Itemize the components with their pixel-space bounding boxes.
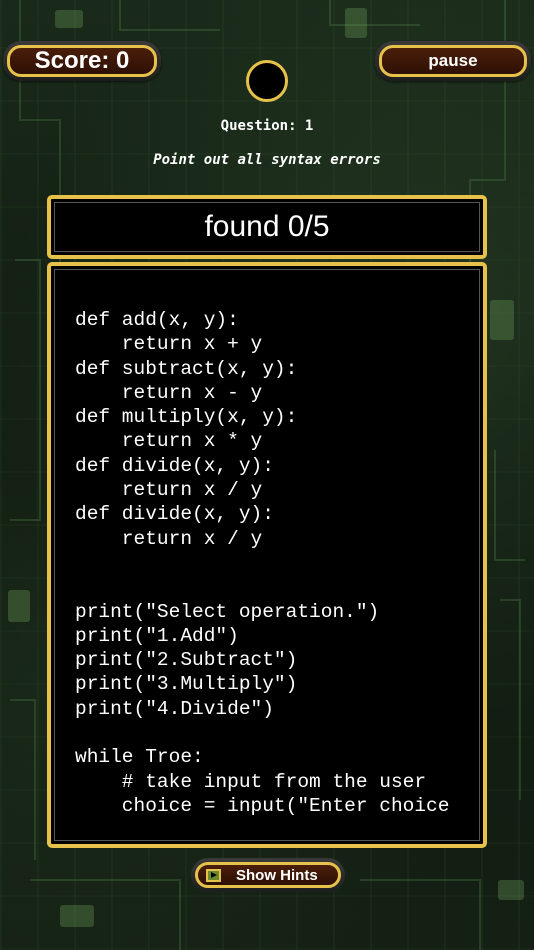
found-counter-text: found 0/5 [54,202,480,252]
code-line[interactable]: def divide(x, y): [75,454,449,478]
code-line[interactable]: def multiply(x, y): [75,405,449,429]
code-line[interactable]: return x / y [75,527,449,551]
question-number: Question: 1 [220,118,314,134]
code-viewport[interactable]: def add(x, y): return x + y def subtract(… [54,269,480,841]
code-line[interactable]: return x + y [75,332,449,356]
pause-button[interactable]: pause [375,41,531,81]
show-hints-label: Show Hints [236,866,318,884]
code-line[interactable]: return x - y [75,381,449,405]
code-line[interactable]: def divide(x, y): [75,502,449,526]
question-instruction: Point out all syntax errors [153,152,381,168]
code-line[interactable] [75,551,449,575]
timer-indicator [246,60,288,102]
show-hints-button[interactable]: Show Hints [191,858,345,892]
code-line[interactable]: while Troe: [75,745,449,769]
code-line[interactable]: choice = input("Enter choice [75,794,450,818]
score-display: Score: 0 [3,41,161,81]
code-line[interactable]: return x * y [75,429,449,453]
play-icon [206,868,221,882]
code-line[interactable]: print("4.Divide") [75,697,449,721]
code-line[interactable]: print("1.Add") [75,624,449,648]
pause-label: pause [379,45,527,77]
code-line[interactable]: print("2.Subtract") [75,648,449,672]
code-panel[interactable]: def add(x, y): return x + y def subtract(… [47,262,487,848]
code-line[interactable]: print("3.Multiply") [75,672,449,696]
code-line[interactable]: print("Select operation.") [75,600,449,624]
found-counter-panel: found 0/5 [47,195,487,259]
code-line[interactable]: def add(x, y): [75,308,449,332]
score-label: Score: 0 [7,45,157,77]
code-line[interactable] [75,721,449,745]
code-line[interactable] [75,575,449,599]
code-line[interactable]: # take input from the user [75,770,449,794]
code-listing: def add(x, y): return x + y def subtract(… [75,308,449,818]
code-line[interactable]: def subtract(x, y): [75,357,449,381]
code-line[interactable]: return x / y [75,478,449,502]
